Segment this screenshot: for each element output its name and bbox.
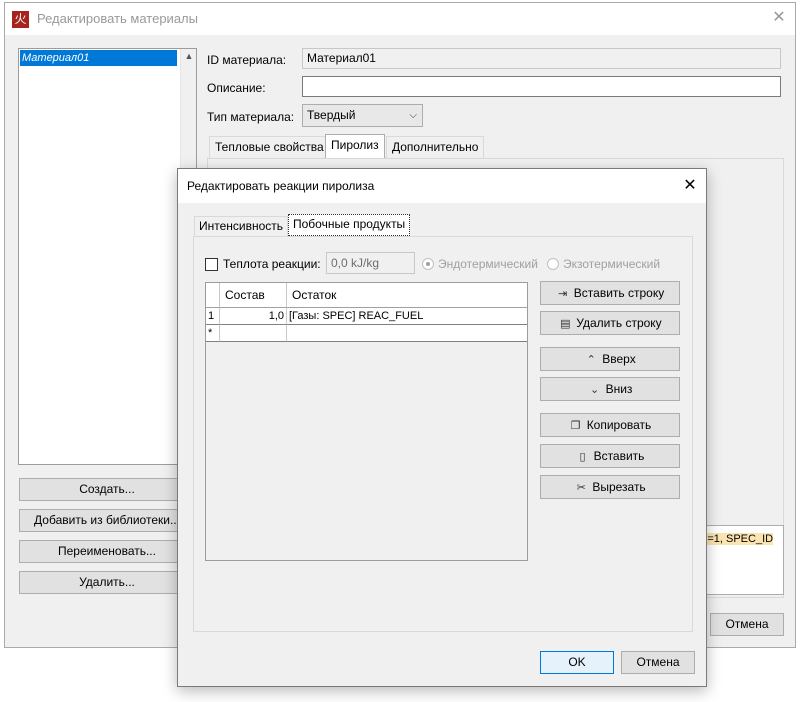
main-close-icon[interactable]: ✕ <box>769 8 789 28</box>
byproducts-grid[interactable]: Состав Остаток 1 1,0 [Газы: SPEC] REAC_F… <box>205 282 528 561</box>
description-label: Описание: <box>207 81 266 95</box>
insert-row-label: Вставить строку <box>573 286 665 300</box>
create-button[interactable]: Создать... <box>19 478 195 501</box>
tab-intensity[interactable]: Интенсивность <box>194 216 289 236</box>
copy-icon: ❐ <box>570 420 581 432</box>
delete-row-button[interactable]: ▤ Удалить строку <box>540 311 680 335</box>
clipboard-icon: ▯ <box>579 451 586 463</box>
cell-composition[interactable]: 1,0 <box>220 308 287 325</box>
main-cancel-button[interactable]: Отмена <box>710 613 784 636</box>
cut-label: Вырезать <box>592 480 646 494</box>
column-header-composition[interactable]: Состав <box>220 283 287 308</box>
material-id-label: ID материала: <box>207 53 287 67</box>
paste-label: Вставить <box>593 449 645 463</box>
ok-button[interactable]: OK <box>540 651 614 674</box>
grid-corner-header <box>206 283 220 308</box>
chevron-up-icon: ⌃ <box>586 354 596 366</box>
scissors-icon: ✂ <box>576 482 586 494</box>
app-logo-icon: 火 <box>12 11 29 28</box>
insert-row-button[interactable]: ⇥ Вставить строку <box>540 281 680 305</box>
heat-of-reaction-checkbox[interactable] <box>205 258 218 271</box>
cell-new-residue[interactable] <box>287 325 527 342</box>
delete-row-icon: ▤ <box>560 318 571 330</box>
copy-label: Копировать <box>586 418 652 432</box>
endothermic-radio[interactable] <box>422 258 434 270</box>
cell-residue[interactable]: [Газы: SPEC] REAC_FUEL <box>287 308 527 325</box>
cancel-button[interactable]: Отмена <box>621 651 695 674</box>
heat-of-reaction-label: Теплота реакции: <box>223 257 321 271</box>
endothermic-label: Эндотермический <box>438 257 538 271</box>
material-id-input[interactable]: Материал01 <box>302 48 781 69</box>
exothermic-label: Экзотермический <box>563 257 661 271</box>
description-input[interactable] <box>302 76 781 97</box>
close-icon[interactable]: ✕ <box>680 176 700 196</box>
row-index: 1 <box>206 308 220 325</box>
cell-new-composition[interactable] <box>220 325 287 342</box>
cut-button[interactable]: ✂ Вырезать <box>540 475 680 499</box>
insert-row-icon: ⇥ <box>558 288 568 300</box>
add-from-library-button[interactable]: Добавить из библиотеки... <box>19 509 195 532</box>
rename-button[interactable]: Переименовать... <box>19 540 195 563</box>
main-window-title: Редактировать материалы <box>37 11 198 26</box>
tab-pyrolysis[interactable]: Пиролиз <box>325 134 385 158</box>
delete-button[interactable]: Удалить... <box>19 571 195 594</box>
main-titlebar: 火 Редактировать материалы ✕ <box>5 3 795 35</box>
scroll-up-icon[interactable]: ▲ <box>181 51 197 61</box>
chevron-down-icon: ⌵ <box>409 110 417 121</box>
move-down-label: Вниз <box>605 382 633 396</box>
pyrolysis-reactions-dialog: Редактировать реакции пиролиза ✕ Интенси… <box>177 168 707 687</box>
delete-row-label: Удалить строку <box>576 316 662 330</box>
move-down-button[interactable]: ⌄ Вниз <box>540 377 680 401</box>
move-up-label: Вверх <box>602 352 636 366</box>
copy-button[interactable]: ❐ Копировать <box>540 413 680 437</box>
tab-advanced[interactable]: Дополнительно <box>386 136 485 158</box>
exothermic-radio[interactable] <box>547 258 559 270</box>
heat-of-reaction-input[interactable]: 0,0 kJ/kg <box>326 252 415 274</box>
paste-button[interactable]: ▯ Вставить <box>540 444 680 468</box>
reaction-text-preview: S=1, SPEC_ID <box>694 525 784 595</box>
pyrolysis-titlebar: Редактировать реакции пиролиза ✕ <box>178 169 706 203</box>
material-type-select[interactable]: Твердый ⌵ <box>302 104 423 127</box>
preview-highlighted-text: S=1, SPEC_ID <box>700 533 774 545</box>
chevron-down-icon: ⌄ <box>589 384 600 396</box>
tab-byproducts[interactable]: Побочные продукты <box>288 214 411 236</box>
material-type-label: Тип материала: <box>207 110 295 124</box>
new-row-marker: * <box>206 325 220 342</box>
material-list[interactable]: Материал01 ▲ <box>18 48 197 465</box>
column-header-residue[interactable]: Остаток <box>287 283 527 308</box>
move-up-button[interactable]: ⌃ Вверх <box>540 347 680 371</box>
material-type-value: Твердый <box>307 108 356 122</box>
material-list-item[interactable]: Материал01 <box>20 50 177 66</box>
pyrolysis-dialog-title: Редактировать реакции пиролиза <box>187 179 375 193</box>
tab-thermal-properties[interactable]: Тепловые свойства <box>209 136 330 158</box>
